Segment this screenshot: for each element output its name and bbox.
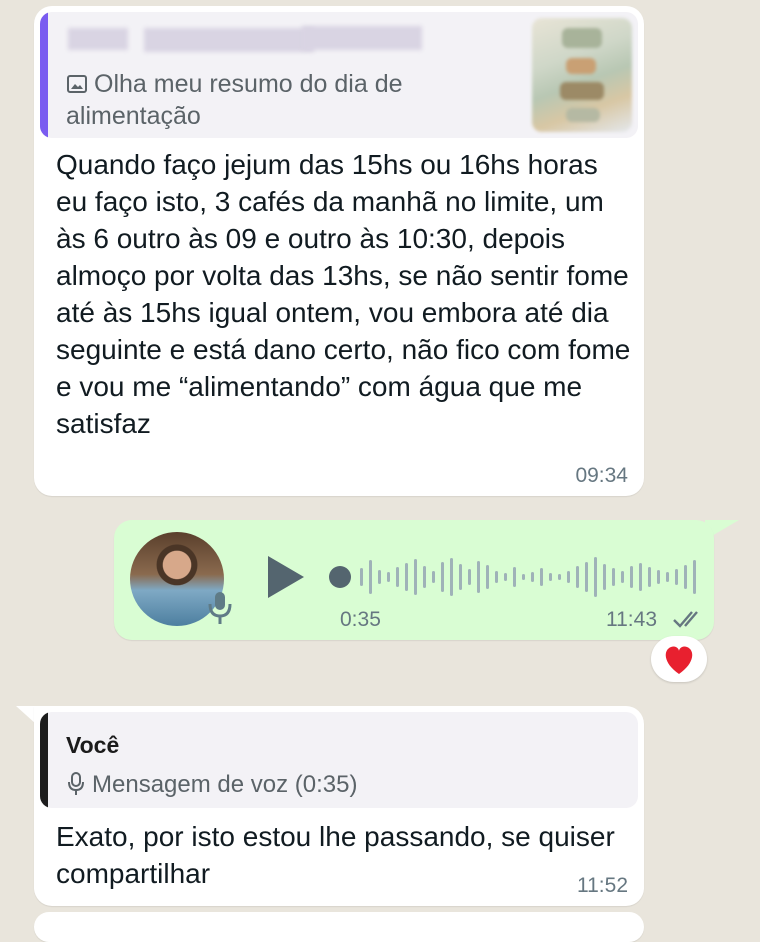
waveform-bar <box>666 572 669 582</box>
waveform-bar <box>675 569 678 585</box>
waveform-bar <box>540 568 543 586</box>
waveform-bar <box>531 572 534 582</box>
redacted-sender <box>68 28 128 50</box>
waveform-bar <box>513 567 516 587</box>
quote-accent-bar <box>40 712 48 808</box>
waveform-bar <box>684 565 687 589</box>
waveform-bar <box>450 558 453 596</box>
redacted-sender <box>302 26 422 50</box>
waveform-bar <box>405 563 408 591</box>
waveform-bar <box>396 567 399 587</box>
incoming-message-bubble[interactable] <box>34 912 644 942</box>
message-time: 09:34 <box>575 464 628 487</box>
waveform-bar <box>441 562 444 592</box>
message-time: 11:43 <box>606 608 657 631</box>
waveform-bar <box>549 573 552 581</box>
message-text: Exato, por isto estou lhe passando, se q… <box>56 821 615 889</box>
heart-reaction-icon[interactable] <box>651 636 707 682</box>
waveform-bar <box>504 573 507 581</box>
mic-icon <box>68 772 84 795</box>
waveform-bar <box>459 564 462 590</box>
waveform-bar <box>432 571 435 583</box>
quoted-text: Olha meu resumo do dia de alimentação <box>66 68 526 132</box>
waveform-bar <box>612 568 615 586</box>
waveform-bar <box>648 567 651 587</box>
waveform-bar <box>621 571 624 583</box>
incoming-message-bubble[interactable]: Você Mensagem de voz (0:35) Exato, por i… <box>34 706 644 906</box>
audio-waveform[interactable] <box>326 554 706 600</box>
double-check-icon <box>673 611 698 628</box>
waveform-bar <box>567 571 570 583</box>
message-text: Quando faço jejum das 15hs ou 16hs horas… <box>56 149 631 439</box>
quoted-sender: Você <box>66 732 120 758</box>
quote-accent-bar <box>40 12 48 138</box>
quoted-message[interactable]: Você Mensagem de voz (0:35) <box>40 712 638 808</box>
waveform-bar <box>585 562 588 592</box>
quoted-message[interactable]: Olha meu resumo do dia de alimentação <box>40 12 638 138</box>
redacted-sender <box>144 28 314 52</box>
waveform-bar <box>414 559 417 595</box>
heart-icon <box>665 646 693 674</box>
waveform-bar <box>378 570 381 584</box>
bubble-tail <box>16 706 36 724</box>
waveform-bar <box>477 561 480 593</box>
mic-icon <box>208 592 232 624</box>
quoted-caption: Mensagem de voz (0:35) <box>92 771 358 798</box>
message-time: 11:52 <box>577 874 628 897</box>
quoted-image-thumbnail[interactable] <box>532 18 632 132</box>
waveform-bar <box>576 566 579 588</box>
waveform-bar <box>423 566 426 588</box>
waveform-bar <box>630 566 633 588</box>
waveform-bar <box>693 560 696 594</box>
waveform-bar <box>369 560 372 594</box>
image-icon <box>67 75 87 93</box>
waveform-bar <box>495 571 498 583</box>
waveform-bar <box>558 574 561 580</box>
waveform-bar <box>657 570 660 584</box>
quoted-caption: Olha meu resumo do dia de alimentação <box>66 70 403 130</box>
waveform-bar <box>387 572 390 582</box>
voice-duration: 0:35 <box>340 608 381 631</box>
incoming-message-bubble[interactable]: Olha meu resumo do dia de alimentação Qu… <box>34 6 644 496</box>
waveform-bar <box>486 565 489 589</box>
waveform-bar <box>603 564 606 590</box>
waveform-bar <box>594 557 597 597</box>
play-icon[interactable] <box>266 554 306 600</box>
voice-message-bubble[interactable]: 0:35 11:43 <box>114 520 714 640</box>
quoted-text: Mensagem de voz (0:35) <box>66 770 357 800</box>
waveform-bar <box>468 569 471 585</box>
waveform-bar <box>522 574 525 580</box>
waveform-bar <box>639 563 642 591</box>
waveform-bar <box>360 568 363 586</box>
